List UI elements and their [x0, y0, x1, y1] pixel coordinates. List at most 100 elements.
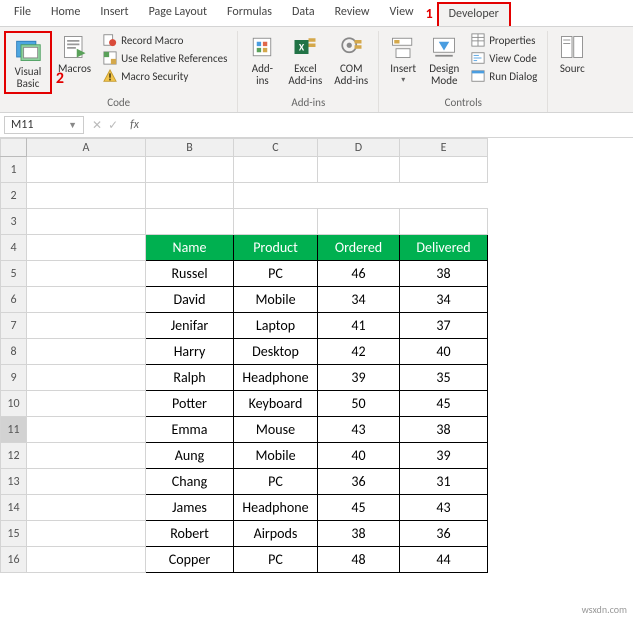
cell-C15[interactable]: Airpods — [234, 521, 318, 547]
col-header-C[interactable]: C — [234, 139, 318, 157]
cell-B8[interactable]: Harry — [146, 339, 234, 365]
row-header-9[interactable]: 9 — [1, 365, 27, 391]
addins-button[interactable]: Add- ins — [242, 31, 282, 89]
cell-D9[interactable]: 39 — [318, 365, 400, 391]
cell-C9[interactable]: Headphone — [234, 365, 318, 391]
row-header-3[interactable]: 3 — [1, 209, 27, 235]
insert-control-button[interactable]: Insert ▾ — [383, 31, 423, 87]
tab-file[interactable]: File — [4, 2, 41, 26]
cell-A14[interactable] — [27, 495, 146, 521]
cell-E3[interactable] — [400, 209, 488, 235]
macro-security-button[interactable]: Macro Security — [100, 67, 230, 85]
cell-C7[interactable]: Laptop — [234, 313, 318, 339]
cell-C6[interactable]: Mobile — [234, 287, 318, 313]
cell-C8[interactable]: Desktop — [234, 339, 318, 365]
cell-A13[interactable] — [27, 469, 146, 495]
cell-E10[interactable]: 45 — [400, 391, 488, 417]
properties-button[interactable]: Properties — [468, 31, 540, 49]
cell-B3[interactable] — [146, 209, 234, 235]
cell-D14[interactable]: 45 — [318, 495, 400, 521]
cell-D6[interactable]: 34 — [318, 287, 400, 313]
cell-A8[interactable] — [27, 339, 146, 365]
cell-A11[interactable] — [27, 417, 146, 443]
cell-D5[interactable]: 46 — [318, 261, 400, 287]
tab-insert[interactable]: Insert — [90, 2, 138, 26]
tab-formulas[interactable]: Formulas — [217, 2, 282, 26]
cell-D7[interactable]: 41 — [318, 313, 400, 339]
col-header-B[interactable]: B — [146, 139, 234, 157]
cell-E13[interactable]: 31 — [400, 469, 488, 495]
cell-E16[interactable]: 44 — [400, 547, 488, 573]
tab-review[interactable]: Review — [325, 2, 380, 26]
cell-E9[interactable]: 35 — [400, 365, 488, 391]
cell-A2[interactable] — [27, 183, 146, 209]
cell-B14[interactable]: James — [146, 495, 234, 521]
row-header-12[interactable]: 12 — [1, 443, 27, 469]
cell-C5[interactable]: PC — [234, 261, 318, 287]
col-header-E[interactable]: E — [400, 139, 488, 157]
row-header-10[interactable]: 10 — [1, 391, 27, 417]
tab-developer[interactable]: Developer — [437, 2, 511, 26]
row-header-4[interactable]: 4 — [1, 235, 27, 261]
cell-C1[interactable] — [234, 157, 318, 183]
tab-page-layout[interactable]: Page Layout — [139, 2, 217, 26]
cell-D12[interactable]: 40 — [318, 443, 400, 469]
cell-D13[interactable]: 36 — [318, 469, 400, 495]
cell-B1[interactable] — [146, 157, 234, 183]
cell-A7[interactable] — [27, 313, 146, 339]
cell-B4[interactable]: Name — [146, 235, 234, 261]
cell-C10[interactable]: Keyboard — [234, 391, 318, 417]
cell-E14[interactable]: 43 — [400, 495, 488, 521]
cell-E11[interactable]: 38 — [400, 417, 488, 443]
fx-icon[interactable]: fx — [126, 118, 143, 132]
cell-B16[interactable]: Copper — [146, 547, 234, 573]
cell-D1[interactable] — [318, 157, 400, 183]
cell-B9[interactable]: Ralph — [146, 365, 234, 391]
view-code-button[interactable]: View Code — [468, 49, 540, 67]
visual-basic-button[interactable]: Visual Basic — [8, 34, 48, 92]
record-macro-button[interactable]: Record Macro — [100, 31, 230, 49]
tab-home[interactable]: Home — [41, 2, 90, 26]
row-header-1[interactable]: 1 — [1, 157, 27, 183]
cell-D10[interactable]: 50 — [318, 391, 400, 417]
cell-A1[interactable] — [27, 157, 146, 183]
cell-B15[interactable]: Robert — [146, 521, 234, 547]
cell-B13[interactable]: Chang — [146, 469, 234, 495]
tab-view[interactable]: View — [380, 2, 424, 26]
row-header-15[interactable]: 15 — [1, 521, 27, 547]
row-header-11[interactable]: 11 — [1, 417, 27, 443]
excel-addins-button[interactable]: X Excel Add-ins — [282, 31, 328, 89]
cell-B6[interactable]: David — [146, 287, 234, 313]
cell-A9[interactable] — [27, 365, 146, 391]
cell-D3[interactable] — [318, 209, 400, 235]
worksheet-grid[interactable]: ABCDE1234NameProductOrderedDelivered5Rus… — [0, 138, 633, 573]
select-all-cell[interactable] — [1, 139, 27, 157]
cell-D8[interactable]: 42 — [318, 339, 400, 365]
row-header-7[interactable]: 7 — [1, 313, 27, 339]
cell-B10[interactable]: Potter — [146, 391, 234, 417]
cell-C16[interactable]: PC — [234, 547, 318, 573]
col-header-A[interactable]: A — [27, 139, 146, 157]
col-header-D[interactable]: D — [318, 139, 400, 157]
cell-C4[interactable]: Product — [234, 235, 318, 261]
cell-A4[interactable] — [27, 235, 146, 261]
cell-A16[interactable] — [27, 547, 146, 573]
formula-bar[interactable] — [143, 117, 633, 133]
row-header-16[interactable]: 16 — [1, 547, 27, 573]
com-addins-button[interactable]: COM Add-ins — [328, 31, 374, 89]
cell-E8[interactable]: 40 — [400, 339, 488, 365]
cell-B5[interactable]: Russel — [146, 261, 234, 287]
cell-A3[interactable] — [27, 209, 146, 235]
cell-D11[interactable]: 43 — [318, 417, 400, 443]
cell-A12[interactable] — [27, 443, 146, 469]
row-header-13[interactable]: 13 — [1, 469, 27, 495]
cell-E7[interactable]: 37 — [400, 313, 488, 339]
row-header-2[interactable]: 2 — [1, 183, 27, 209]
row-header-6[interactable]: 6 — [1, 287, 27, 313]
cell-E2[interactable] — [146, 183, 234, 209]
row-header-5[interactable]: 5 — [1, 261, 27, 287]
cell-E6[interactable]: 34 — [400, 287, 488, 313]
tab-data[interactable]: Data — [282, 2, 325, 26]
cell-B7[interactable]: Jenifar — [146, 313, 234, 339]
cell-E4[interactable]: Delivered — [400, 235, 488, 261]
